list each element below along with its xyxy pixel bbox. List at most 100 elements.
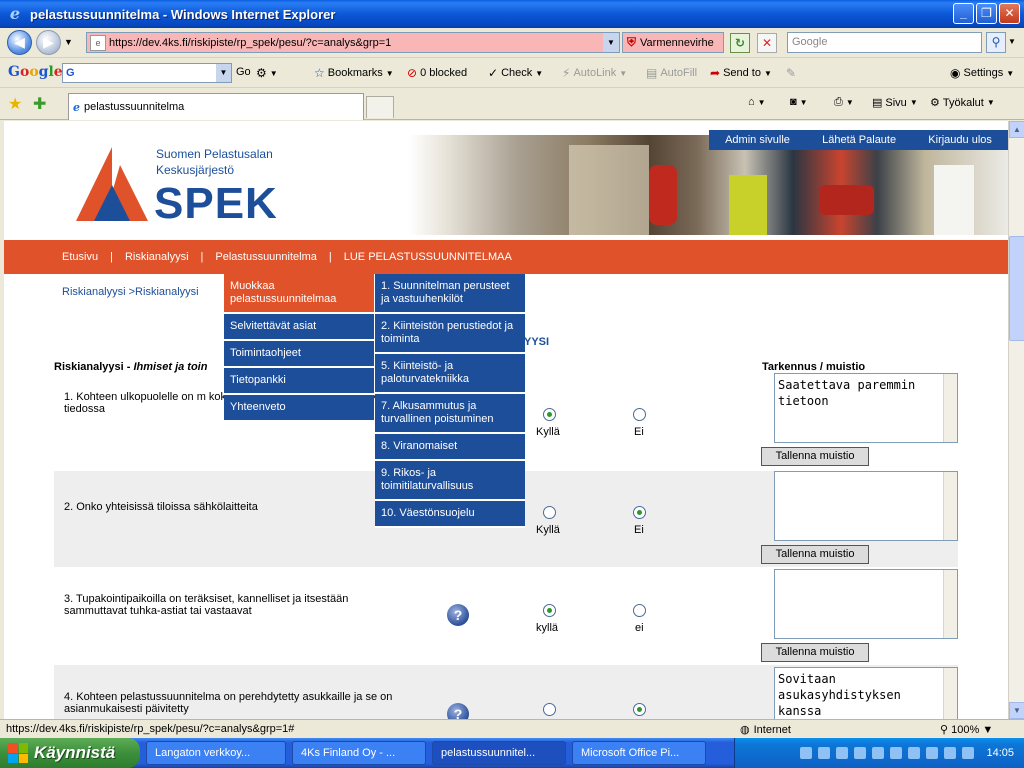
feeds-button[interactable]: ◙ ▼ — [790, 96, 808, 108]
popup-blocker-button[interactable]: ⊘ 0 blocked — [407, 66, 467, 80]
answer-no-radio[interactable] — [633, 703, 646, 716]
menu-item-muokkaa[interactable]: Muokkaa pelastussuunnitelmaa — [224, 274, 374, 314]
tray-icon[interactable] — [962, 747, 975, 759]
logout-link[interactable]: Kirjaudu ulos — [928, 134, 992, 146]
nav-riskianalyysi[interactable]: Riskianalyysi — [125, 251, 189, 263]
back-button[interactable]: ◀ — [7, 30, 32, 55]
page-menu-button[interactable]: ▤ Sivu ▼ — [872, 96, 918, 110]
scroll-up-icon[interactable]: ▲ — [1009, 121, 1024, 138]
tray-icon[interactable] — [854, 747, 867, 759]
admin-link[interactable]: Admin sivulle — [725, 134, 790, 146]
note-textarea[interactable] — [774, 569, 958, 639]
answer-no-radio[interactable] — [633, 506, 646, 519]
maximize-button[interactable]: ❐ — [976, 3, 997, 24]
breadcrumb[interactable]: Riskianalyysi >Riskianalyysi — [62, 286, 199, 298]
menu-item-yhteenveto[interactable]: Yhteenveto — [224, 395, 374, 422]
note-textarea[interactable] — [774, 471, 958, 541]
task-office-picture[interactable]: Microsoft Office Pi... — [572, 741, 706, 765]
refresh-button[interactable]: ↻ — [730, 33, 750, 53]
url-dropdown-icon[interactable]: ▼ — [603, 33, 619, 52]
help-icon[interactable]: ? — [447, 703, 469, 719]
feedback-link[interactable]: Lähetä Palaute — [822, 134, 896, 146]
answer-yes-radio[interactable] — [543, 703, 556, 716]
zoom-level[interactable]: ⚲ 100% ▼ — [940, 723, 993, 736]
note-scrollbar[interactable] — [943, 570, 957, 638]
task-4ks[interactable]: 4Ks Finland Oy - ... — [292, 741, 426, 765]
submenu-item-8[interactable]: 8. Viranomaiset — [375, 434, 525, 461]
spek-logo[interactable]: Suomen Pelastusalan Keskusjärjestö SPEK — [64, 141, 304, 231]
history-dropdown-icon[interactable]: ▼ — [64, 37, 73, 47]
google-go-button[interactable]: Go — [236, 66, 251, 78]
submenu-item-9[interactable]: 9. Rikos- ja toimitilaturvallisuus — [375, 461, 525, 501]
chevron-down-icon[interactable]: ▼ — [216, 64, 231, 82]
autolink-button[interactable]: ⚡ AutoLink ▼ — [562, 66, 627, 80]
submenu-item-7[interactable]: 7. Alkusammutus ja turvallinen poistumin… — [375, 394, 525, 434]
scroll-thumb[interactable] — [1009, 236, 1024, 341]
tray-icon[interactable] — [944, 747, 957, 759]
submenu-item-5[interactable]: 5. Kiinteistö- ja paloturvatekniikka — [375, 354, 525, 394]
save-note-button[interactable]: Tallenna muistio — [761, 545, 869, 564]
bookmarks-button[interactable]: ☆ Bookmarks ▼ — [314, 66, 394, 80]
note-scrollbar[interactable] — [943, 472, 957, 540]
answer-yes-radio[interactable] — [543, 604, 556, 617]
home-button[interactable]: ⌂ ▼ — [748, 96, 766, 108]
menu-item-toimintaohjeet[interactable]: Toimintaohjeet — [224, 341, 374, 368]
new-tab-button[interactable] — [366, 96, 394, 118]
spellcheck-button[interactable]: ✓ Check ▼ — [488, 66, 543, 80]
note-scrollbar[interactable] — [943, 668, 957, 719]
stop-button[interactable]: ✕ — [757, 33, 777, 53]
certificate-error-button[interactable]: ⛨ Varmennevirhe — [622, 32, 724, 53]
task-pelastussuunnitelma[interactable]: pelastussuunnitel... — [432, 741, 566, 765]
google-search-input[interactable]: G ▼ — [62, 63, 232, 83]
menu-item-tietopankki[interactable]: Tietopankki — [224, 368, 374, 395]
answer-no-radio[interactable] — [633, 604, 646, 617]
clock[interactable]: 14:05 — [986, 747, 1014, 759]
tray-icon[interactable] — [908, 747, 921, 759]
add-favorite-icon[interactable]: ✚ — [33, 94, 46, 114]
send-to-button[interactable]: ➦ Send to ▼ — [710, 66, 772, 80]
page-scrollbar[interactable]: ▲ ▼ — [1008, 121, 1024, 719]
tray-icon[interactable] — [836, 747, 849, 759]
tools-menu-button[interactable]: ⚙ Työkalut ▼ — [930, 96, 995, 110]
menu-item-selvitettavat[interactable]: Selvitettävät asiat — [224, 314, 374, 341]
note-textarea[interactable]: Sovitaan asukasyhdistyksen kanssa — [774, 667, 958, 719]
header-photo-banner — [409, 135, 1008, 235]
tray-icon[interactable] — [800, 747, 813, 759]
forward-button[interactable]: ▶ — [36, 30, 61, 55]
highlight-button[interactable]: ✎ — [786, 66, 796, 80]
google-options-button[interactable]: ⚙ ▼ — [256, 66, 278, 80]
answer-no-radio[interactable] — [633, 408, 646, 421]
print-button[interactable]: ⎙ ▼ — [834, 96, 854, 109]
search-input[interactable]: Google — [787, 32, 982, 53]
search-icon[interactable]: ⚲ — [986, 32, 1006, 53]
scroll-down-icon[interactable]: ▼ — [1009, 702, 1024, 719]
submenu-item-1[interactable]: 1. Suunnitelman perusteet ja vastuuhenki… — [375, 274, 525, 314]
save-note-button[interactable]: Tallenna muistio — [761, 447, 869, 466]
nav-etusivu[interactable]: Etusivu — [62, 251, 98, 263]
search-options-icon[interactable]: ▼ — [1008, 37, 1016, 46]
tray-icon[interactable] — [926, 747, 939, 759]
security-zone[interactable]: ◍ Internet — [740, 723, 791, 737]
start-button[interactable]: Käynnistä — [0, 738, 140, 768]
note-scrollbar[interactable] — [943, 374, 957, 442]
url-field[interactable]: e https://dev.4ks.fi/riskipiste/rp_spek/… — [86, 32, 620, 53]
close-button[interactable]: ✕ — [999, 3, 1020, 24]
help-icon[interactable]: ? — [447, 604, 469, 626]
note-textarea[interactable]: Saatettava paremmin tietoon — [774, 373, 958, 443]
favorites-star-icon[interactable]: ★ — [8, 94, 22, 114]
autofill-button[interactable]: ▤ AutoFill — [646, 66, 697, 80]
save-note-button[interactable]: Tallenna muistio — [761, 643, 869, 662]
settings-button[interactable]: ◉ Settings ▼ — [950, 66, 1014, 80]
answer-yes-radio[interactable] — [543, 506, 556, 519]
task-wireless[interactable]: Langaton verkkoy... — [146, 741, 286, 765]
tray-icon[interactable] — [890, 747, 903, 759]
minimize-button[interactable]: _ — [953, 3, 974, 24]
nav-pelastussuunnitelma[interactable]: Pelastussuunnitelma — [215, 251, 317, 263]
nav-lue-pelastussuunnitelmaa[interactable]: LUE PELASTUSSUUNNITELMAA — [344, 251, 512, 263]
submenu-item-2[interactable]: 2. Kiinteistön perustiedot ja toiminta — [375, 314, 525, 354]
tray-icon[interactable] — [872, 747, 885, 759]
answer-yes-radio[interactable] — [543, 408, 556, 421]
submenu-item-10[interactable]: 10. Väestönsuojelu — [375, 501, 525, 528]
tray-icon[interactable] — [818, 747, 831, 759]
tab-pelastussuunnitelma[interactable]: e pelastussuunnitelma — [68, 93, 364, 120]
